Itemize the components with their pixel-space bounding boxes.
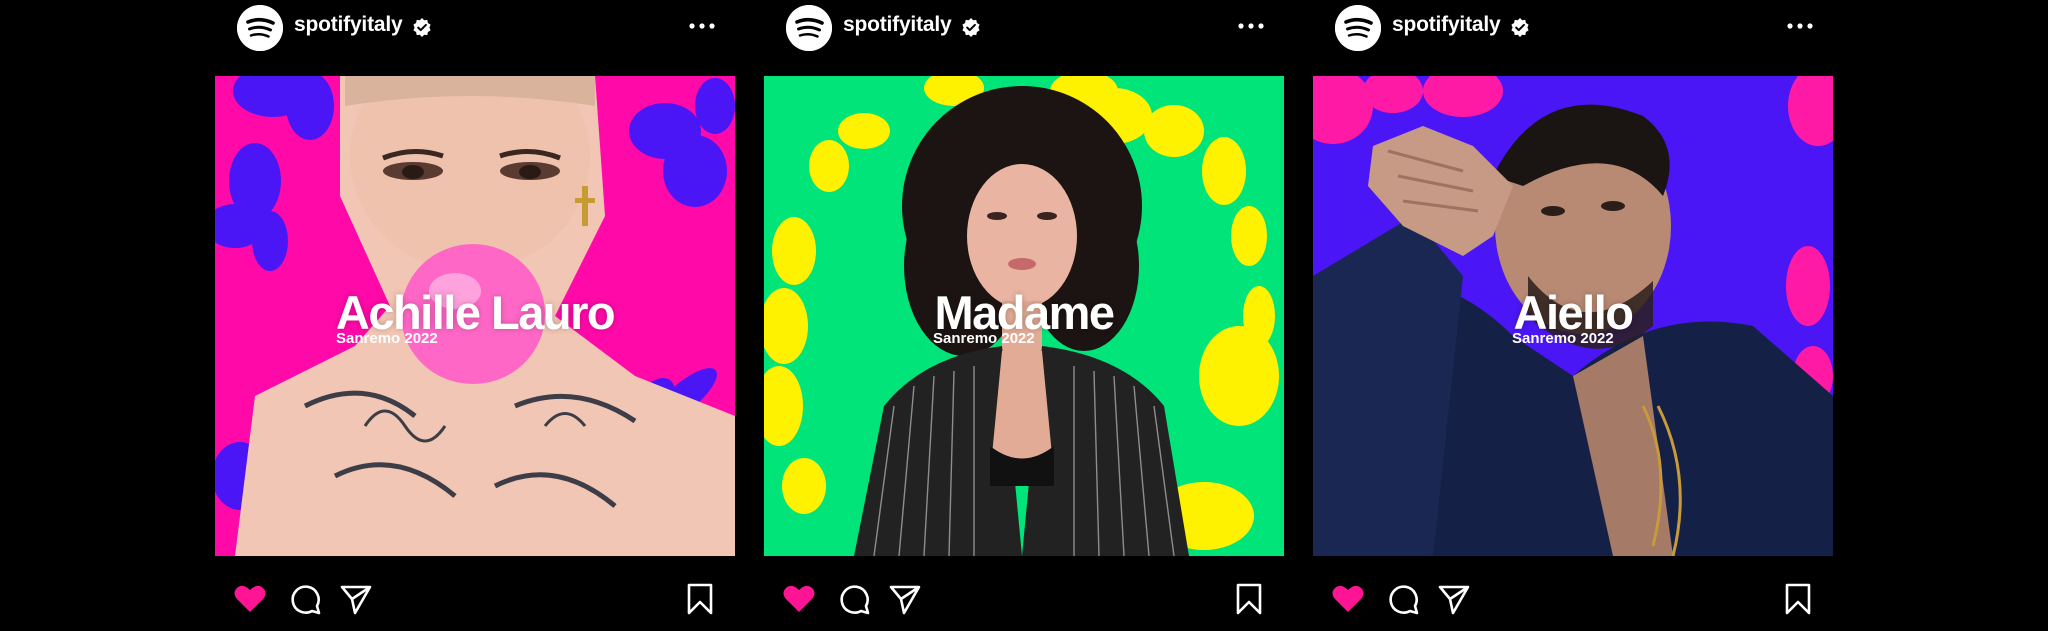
event-subtitle: Sanremo 2022 — [933, 330, 1035, 347]
heart-icon[interactable] — [233, 582, 267, 616]
heart-icon[interactable] — [782, 582, 816, 616]
spotify-logo-icon — [1335, 5, 1381, 51]
post-card: spotifyitaly — [764, 0, 1284, 631]
verified-badge-icon — [1511, 18, 1529, 37]
send-icon[interactable] — [1437, 582, 1471, 616]
post-header: spotifyitaly — [1313, 0, 1833, 76]
post-image[interactable]: Achille Lauro Sanremo 2022 — [215, 76, 735, 556]
comment-icon[interactable] — [837, 582, 871, 616]
avatar[interactable] — [1335, 5, 1381, 51]
more-options-icon[interactable] — [1236, 16, 1266, 36]
post-card: spotifyitaly — [1313, 0, 1833, 631]
bookmark-icon[interactable] — [1781, 582, 1815, 616]
username-link[interactable]: spotifyitaly — [294, 13, 403, 37]
more-options-icon[interactable] — [1785, 16, 1815, 36]
comment-icon[interactable] — [1386, 582, 1420, 616]
heart-icon[interactable] — [1331, 582, 1365, 616]
event-subtitle: Sanremo 2022 — [1512, 330, 1614, 347]
post-actions — [764, 570, 1284, 630]
post-image[interactable]: Aiello Sanremo 2022 — [1313, 76, 1833, 556]
comment-icon[interactable] — [288, 582, 322, 616]
post-card: spotifyitaly — [215, 0, 735, 631]
verified-badge-icon — [413, 18, 431, 37]
more-options-icon[interactable] — [687, 16, 717, 36]
post-header: spotifyitaly — [764, 0, 1284, 76]
send-icon[interactable] — [339, 582, 373, 616]
bookmark-icon[interactable] — [1232, 582, 1266, 616]
spotify-logo-icon — [237, 5, 283, 51]
verified-badge-icon — [962, 18, 980, 37]
artist-name: Achille Lauro — [335, 286, 616, 339]
bookmark-icon[interactable] — [683, 582, 717, 616]
post-actions — [1313, 570, 1833, 630]
username-link[interactable]: spotifyitaly — [843, 13, 952, 37]
send-icon[interactable] — [888, 582, 922, 616]
avatar[interactable] — [786, 5, 832, 51]
event-subtitle: Sanremo 2022 — [336, 330, 438, 347]
post-image[interactable]: Madame Sanremo 2022 — [764, 76, 1284, 556]
post-header: spotifyitaly — [215, 0, 735, 76]
spotify-logo-icon — [786, 5, 832, 51]
post-actions — [215, 570, 735, 630]
avatar[interactable] — [237, 5, 283, 51]
username-link[interactable]: spotifyitaly — [1392, 13, 1501, 37]
